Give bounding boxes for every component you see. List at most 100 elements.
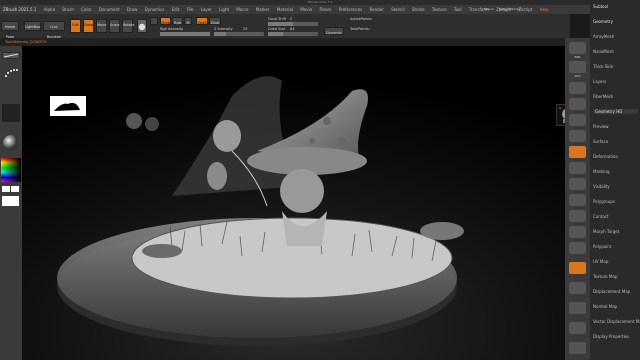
- menu-preferences[interactable]: Preferences: [339, 7, 363, 12]
- menu-texture[interactable]: Texture: [432, 7, 447, 12]
- menu-render[interactable]: Render: [370, 7, 384, 12]
- rotate-view-button[interactable]: [569, 242, 586, 254]
- menu-file[interactable]: File: [187, 7, 194, 12]
- zsub-button[interactable]: Zsub: [209, 17, 221, 25]
- tray-item[interactable]: Morph Target: [593, 229, 619, 234]
- live-boolean-button[interactable]: Live Boolean: [43, 21, 65, 39]
- tray-item[interactable]: ArrayMesh: [593, 34, 614, 39]
- zoom-button[interactable]: [569, 98, 586, 110]
- tray-item[interactable]: Preview: [593, 124, 609, 129]
- menu-stroke[interactable]: Stroke: [412, 7, 425, 12]
- transp-button[interactable]: [569, 302, 586, 314]
- tray-item[interactable]: Thick Skin: [593, 64, 613, 69]
- menu-brush[interactable]: Brush: [62, 7, 74, 12]
- scale-view-button[interactable]: [569, 226, 586, 238]
- tray-item[interactable]: Surface: [593, 139, 608, 144]
- rgb-button[interactable]: Rgb: [172, 17, 183, 25]
- floor-button[interactable]: [569, 162, 586, 174]
- menu-document[interactable]: Document: [99, 7, 120, 12]
- main-color-swatch[interactable]: [2, 186, 10, 192]
- move-view-button[interactable]: [569, 210, 586, 222]
- stroke-dots-button[interactable]: [2, 64, 20, 82]
- aahalf-button[interactable]: [569, 130, 586, 142]
- menu-marker[interactable]: Marker: [256, 7, 270, 12]
- frame-button[interactable]: [569, 194, 586, 206]
- mrgb-button[interactable]: Mrgb: [160, 17, 171, 25]
- scale-button[interactable]: Scale: [109, 19, 120, 33]
- tray-item[interactable]: Layers: [593, 79, 606, 84]
- tray-item[interactable]: Vector Displacement Map: [593, 319, 640, 324]
- tray-item[interactable]: Polypaint: [593, 244, 611, 249]
- menu-material[interactable]: Material: [277, 7, 293, 12]
- status-bar: Tool:Vivienne_OCWITCH: [0, 38, 570, 46]
- line-fill-button[interactable]: [569, 262, 586, 274]
- alpha-button[interactable]: [2, 104, 20, 122]
- zbrush-canvas[interactable]: [22, 46, 565, 360]
- solo-button[interactable]: [569, 342, 586, 354]
- home-page-button[interactable]: Home Page: [1, 21, 19, 39]
- focal-shift-slider[interactable]: [268, 22, 318, 26]
- navigation-head-icon[interactable]: [556, 104, 565, 126]
- persp-button[interactable]: [569, 146, 586, 158]
- ghost-button[interactable]: [569, 322, 586, 334]
- tray-item[interactable]: Geometry HD: [593, 109, 638, 114]
- m-button[interactable]: M: [184, 17, 192, 25]
- spix-button[interactable]: [569, 61, 586, 73]
- menu-draw[interactable]: Draw: [127, 7, 137, 12]
- tray-item[interactable]: Visibility: [593, 184, 610, 189]
- menu-picker[interactable]: Picker: [320, 7, 332, 12]
- menu-macro[interactable]: Macro: [236, 7, 248, 12]
- tray-item[interactable]: Displacement Map: [593, 289, 630, 294]
- move-button[interactable]: Move: [96, 19, 107, 33]
- menu-tool[interactable]: Tool: [454, 7, 462, 12]
- z-intensity-slider[interactable]: [214, 32, 264, 36]
- menus-toggle[interactable]: Menus: [484, 7, 494, 11]
- menu-dynamics[interactable]: Dynamics: [145, 7, 165, 12]
- tray-item[interactable]: Masking: [593, 169, 610, 174]
- draw-button[interactable]: Draw: [83, 19, 94, 33]
- local-button[interactable]: [569, 178, 586, 190]
- lightbox-button[interactable]: LightBox: [24, 21, 41, 31]
- dynamic-button[interactable]: Dynamic: [324, 27, 344, 35]
- tray-item[interactable]: Contact: [593, 214, 609, 219]
- menu-movie[interactable]: Movie: [300, 7, 312, 12]
- tray-item[interactable]: Texture Map: [593, 274, 617, 279]
- bpr-button[interactable]: [569, 42, 586, 54]
- tray-item[interactable]: UV Map: [593, 259, 608, 264]
- texture-button[interactable]: [2, 196, 19, 206]
- tray-item[interactable]: Deformation: [593, 154, 618, 159]
- draw-size-slider[interactable]: [268, 32, 318, 36]
- zadd-button[interactable]: Zadd: [196, 17, 208, 25]
- material-button[interactable]: [2, 134, 20, 152]
- secondary-color-swatch[interactable]: [11, 186, 19, 192]
- menu-color[interactable]: Color: [81, 7, 91, 12]
- tray-item[interactable]: NanoMesh: [593, 49, 614, 54]
- top-toolbar: Home Page LightBox Live Boolean Edit Dra…: [0, 14, 570, 39]
- tray-item[interactable]: Polygroups: [593, 199, 615, 204]
- actual-button[interactable]: [569, 114, 586, 126]
- default-zscript[interactable]: DefaultZScript: [499, 7, 521, 11]
- scroll-button[interactable]: [569, 82, 586, 94]
- menu-stencil[interactable]: Stencil: [391, 7, 405, 12]
- color-swatch-button[interactable]: [150, 17, 158, 25]
- menu-edit[interactable]: Edit: [172, 7, 180, 12]
- rgb-intensity-slider[interactable]: [160, 32, 210, 36]
- polyf-button[interactable]: [569, 282, 586, 294]
- left-shelf: [0, 46, 22, 360]
- tray-item[interactable]: Normal Map: [593, 304, 617, 309]
- tray-item[interactable]: FiberMesh: [593, 94, 613, 99]
- tray-item[interactable]: Geometry: [593, 19, 613, 24]
- right-tray: Subtool Geometry ArrayMesh NanoMesh Thick Sk…: [590, 0, 640, 360]
- z-intensity-value: 25: [243, 27, 248, 31]
- edit-button[interactable]: Edit: [70, 19, 81, 33]
- tray-item[interactable]: Display Properties: [593, 334, 629, 339]
- standard-brush-button[interactable]: [2, 52, 20, 59]
- color-picker[interactable]: [1, 158, 21, 182]
- tray-item[interactable]: Subtool: [593, 4, 608, 9]
- menu-alpha[interactable]: Alpha: [44, 7, 55, 12]
- material-swatch-button[interactable]: [137, 19, 147, 33]
- menu-light[interactable]: Light: [219, 7, 229, 12]
- rotate-button[interactable]: Rotate: [122, 19, 134, 33]
- menu-layer[interactable]: Layer: [201, 7, 212, 12]
- thumbnail-preview: [50, 96, 86, 116]
